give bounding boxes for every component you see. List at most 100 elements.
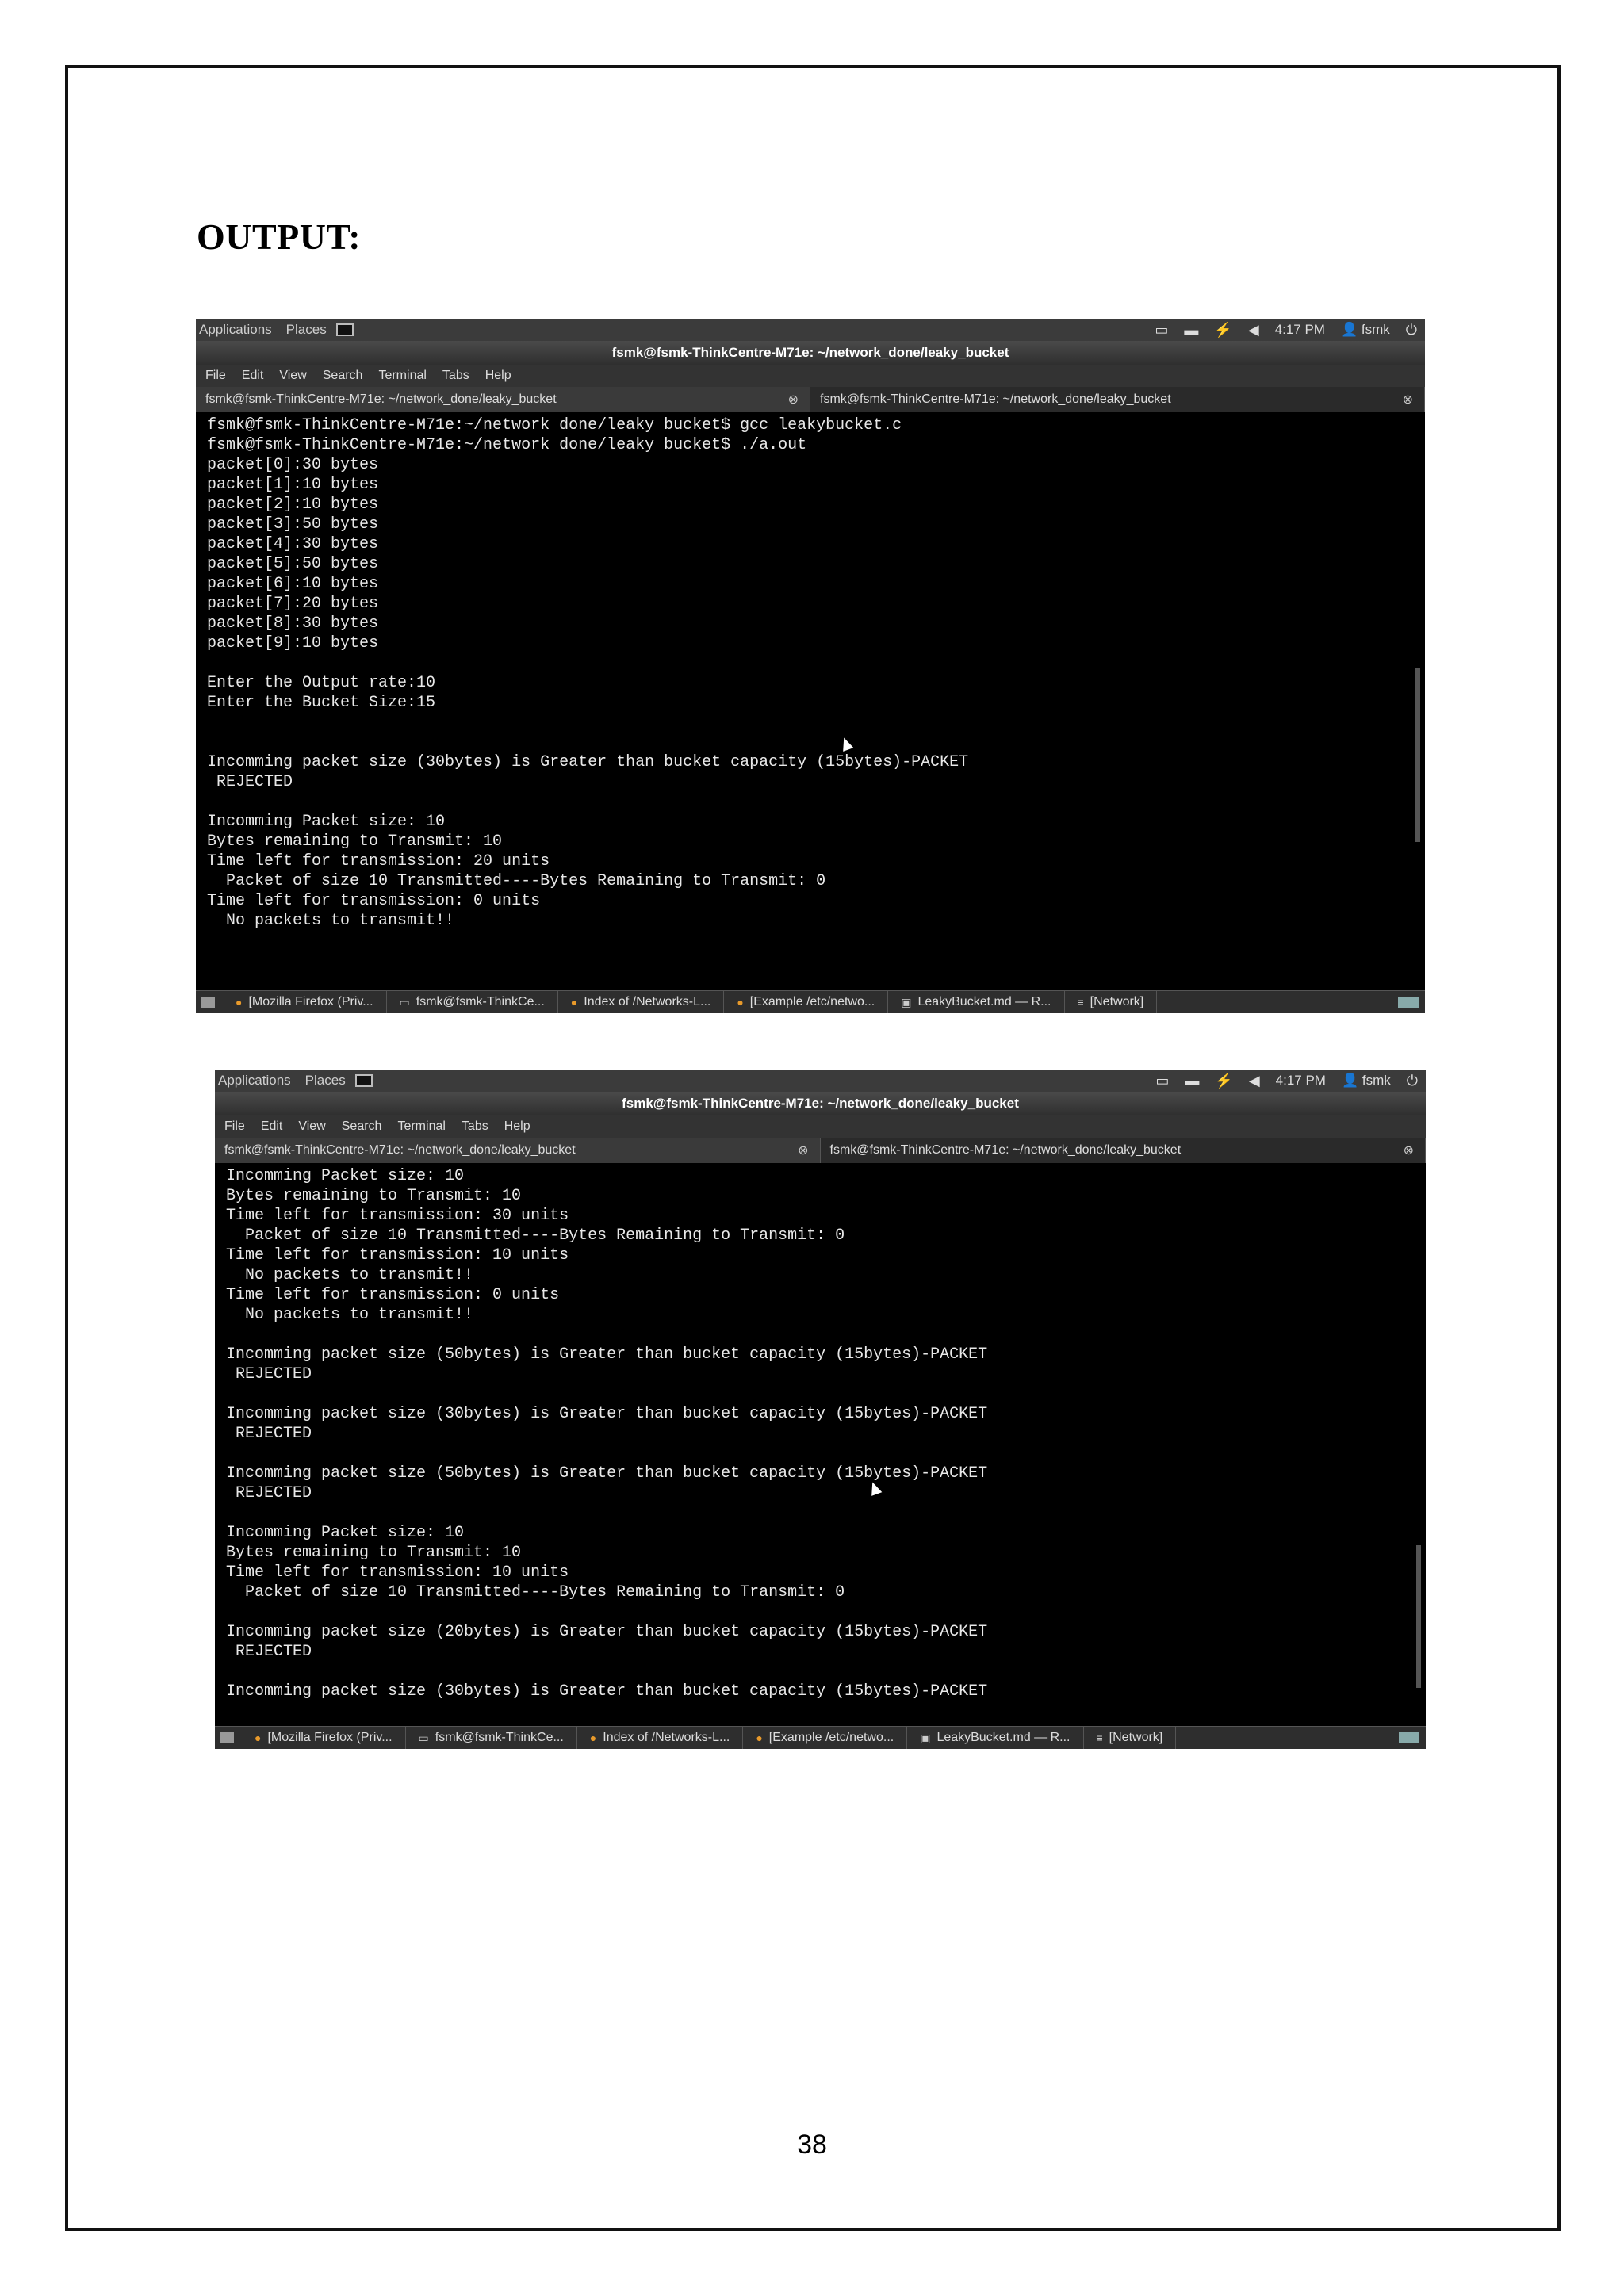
browser-icon: ● (589, 1732, 597, 1744)
terminal-line: Time left for transmission: 0 units (207, 892, 541, 910)
terminal-line: Time left for transmission: 0 units (226, 1286, 560, 1304)
terminal-line: packet[8]:30 bytes (207, 614, 379, 633)
menu-help[interactable]: Help (485, 369, 511, 383)
terminal-line: Bytes remaining to Transmit: 10 (207, 832, 503, 851)
user-menu[interactable]: 👤 fsmk (1341, 322, 1390, 338)
applications-menu[interactable]: Applications (199, 322, 272, 338)
firefox-icon: ● (236, 996, 243, 1008)
page-heading: OUTPUT: (197, 216, 362, 257)
terminal-line: packet[9]:10 bytes (207, 634, 379, 652)
menu-file[interactable]: File (205, 369, 226, 383)
close-icon[interactable]: ⊗ (1404, 1142, 1414, 1158)
terminal-line: packet[5]:50 bytes (207, 555, 379, 573)
tab-label: fsmk@fsmk-ThinkCentre-M71e: ~/network_do… (820, 392, 1171, 406)
terminal-screenshot-1: Applications Places ▭ ▬ ⚡ ◀ 4:17 PM 👤 fs… (196, 319, 1425, 1013)
menu-search[interactable]: Search (342, 1119, 382, 1134)
tab-2[interactable]: fsmk@fsmk-ThinkCentre-M71e: ~/network_do… (810, 387, 1425, 412)
speaker-icon[interactable]: ◀ (1248, 322, 1259, 339)
task-firefox[interactable]: ● [Mozilla Firefox (Priv... (242, 1727, 406, 1749)
task-example[interactable]: ● [Example /etc/netwo... (724, 991, 889, 1013)
tab-bar: fsmk@fsmk-ThinkCentre-M71e: ~/network_do… (215, 1138, 1426, 1163)
task-terminal[interactable]: ▭ fsmk@fsmk-ThinkCe... (387, 991, 558, 1013)
task-terminal[interactable]: ▭ fsmk@fsmk-ThinkCe... (406, 1727, 577, 1749)
monitor-icon[interactable]: ▭ (1155, 1073, 1169, 1089)
tab-label: fsmk@fsmk-ThinkCentre-M71e: ~/network_do… (224, 1143, 576, 1157)
close-icon[interactable]: ⊗ (788, 392, 799, 408)
terminal-line: packet[7]:20 bytes (207, 595, 379, 613)
tab-label: fsmk@fsmk-ThinkCentre-M71e: ~/network_do… (205, 392, 557, 406)
menu-help[interactable]: Help (504, 1119, 530, 1134)
terminal-line: Time left for transmission: 20 units (207, 852, 550, 871)
terminal-scrollbar[interactable] (1416, 1545, 1421, 1688)
terminal-line: Incomming packet size (30bytes) is Great… (226, 1405, 988, 1423)
clock[interactable]: 4:17 PM (1276, 1073, 1326, 1089)
trash-icon[interactable] (1399, 1732, 1419, 1743)
close-icon[interactable]: ⊗ (1403, 392, 1413, 408)
menu-terminal[interactable]: Terminal (378, 369, 426, 383)
terminal-line: packet[4]:30 bytes (207, 535, 379, 553)
terminal-line: No packets to transmit!! (226, 1306, 474, 1324)
terminal-line: packet[0]:30 bytes (207, 456, 379, 474)
task-leakybucket[interactable]: ▣ LeakyBucket.md — R... (907, 1727, 1084, 1749)
power-icon[interactable]: ⏻ (1407, 1073, 1418, 1089)
task-network[interactable]: ≡ [Network] (1065, 991, 1158, 1013)
power-icon[interactable]: ⏻ (1406, 322, 1417, 339)
menu-search[interactable]: Search (323, 369, 363, 383)
show-desktop-icon[interactable] (201, 997, 215, 1008)
menu-file[interactable]: File (224, 1119, 245, 1134)
menu-terminal[interactable]: Terminal (397, 1119, 445, 1134)
keyboard-icon[interactable]: ▬ (1185, 1073, 1199, 1089)
applications-menu[interactable]: Applications (218, 1073, 291, 1089)
top-panel: Applications Places ▭ ▬ ⚡ ◀ 4:17 PM 👤 fs… (215, 1070, 1426, 1092)
terminal-line: Time left for transmission: 30 units (226, 1207, 569, 1225)
task-firefox[interactable]: ● [Mozilla Firefox (Priv... (223, 991, 387, 1013)
terminal-line: packet[3]:50 bytes (207, 515, 379, 534)
trash-icon[interactable] (1398, 997, 1419, 1008)
tab-1[interactable]: fsmk@fsmk-ThinkCentre-M71e: ~/network_do… (196, 387, 810, 412)
task-network[interactable]: ≡ [Network] (1084, 1727, 1177, 1749)
terminal-output[interactable]: fsmk@fsmk-ThinkCentre-M71e:~/network_don… (207, 415, 1409, 975)
terminal-launcher-icon[interactable] (354, 1074, 373, 1087)
menu-view[interactable]: View (279, 369, 306, 383)
network-icon[interactable]: ⚡ (1215, 1073, 1232, 1089)
terminal-line: Incomming packet size (50bytes) is Great… (226, 1345, 988, 1364)
terminal-launcher-icon[interactable] (335, 323, 354, 336)
speaker-icon[interactable]: ◀ (1249, 1073, 1260, 1089)
menu-view[interactable]: View (298, 1119, 325, 1134)
close-icon[interactable]: ⊗ (798, 1142, 808, 1158)
tab-1[interactable]: fsmk@fsmk-ThinkCentre-M71e: ~/network_do… (215, 1138, 821, 1163)
task-leakybucket[interactable]: ▣ LeakyBucket.md — R... (888, 991, 1065, 1013)
terminal-line: REJECTED (226, 1425, 312, 1443)
menu-tabs[interactable]: Tabs (442, 369, 469, 383)
clock[interactable]: 4:17 PM (1275, 322, 1325, 338)
network-icon[interactable]: ⚡ (1214, 322, 1231, 339)
terminal-line: Incomming packet size (20bytes) is Great… (226, 1623, 988, 1641)
task-label: [Example /etc/netwo... (768, 1731, 894, 1744)
user-menu[interactable]: 👤 fsmk (1342, 1073, 1391, 1089)
browser-icon: ● (570, 996, 578, 1008)
terminal-line: Enter the Bucket Size:15 (207, 694, 436, 712)
keyboard-icon[interactable]: ▬ (1184, 322, 1198, 339)
task-example[interactable]: ● [Example /etc/netwo... (743, 1727, 908, 1749)
show-desktop-icon[interactable] (220, 1732, 234, 1743)
places-menu[interactable]: Places (305, 1073, 346, 1089)
terminal-icon: ▭ (418, 1731, 429, 1744)
monitor-icon[interactable]: ▭ (1155, 322, 1168, 339)
menu-edit[interactable]: Edit (242, 369, 264, 383)
tab-2[interactable]: fsmk@fsmk-ThinkCentre-M71e: ~/network_do… (821, 1138, 1426, 1163)
terminal-output[interactable]: Incomming Packet size: 10 Bytes remaining… (226, 1166, 1410, 1714)
terminal-line: Time left for transmission: 10 units (226, 1246, 569, 1265)
places-menu[interactable]: Places (286, 322, 327, 338)
menu-tabs[interactable]: Tabs (462, 1119, 488, 1134)
task-index[interactable]: ● Index of /Networks-L... (577, 1727, 744, 1749)
task-label: [Network] (1109, 1731, 1163, 1744)
terminal-scrollbar[interactable] (1415, 668, 1420, 842)
menu-edit[interactable]: Edit (261, 1119, 283, 1134)
task-index[interactable]: ● Index of /Networks-L... (558, 991, 725, 1013)
top-panel: Applications Places ▭ ▬ ⚡ ◀ 4:17 PM 👤 fs… (196, 319, 1425, 341)
terminal-line: Bytes remaining to Transmit: 10 (226, 1544, 522, 1562)
